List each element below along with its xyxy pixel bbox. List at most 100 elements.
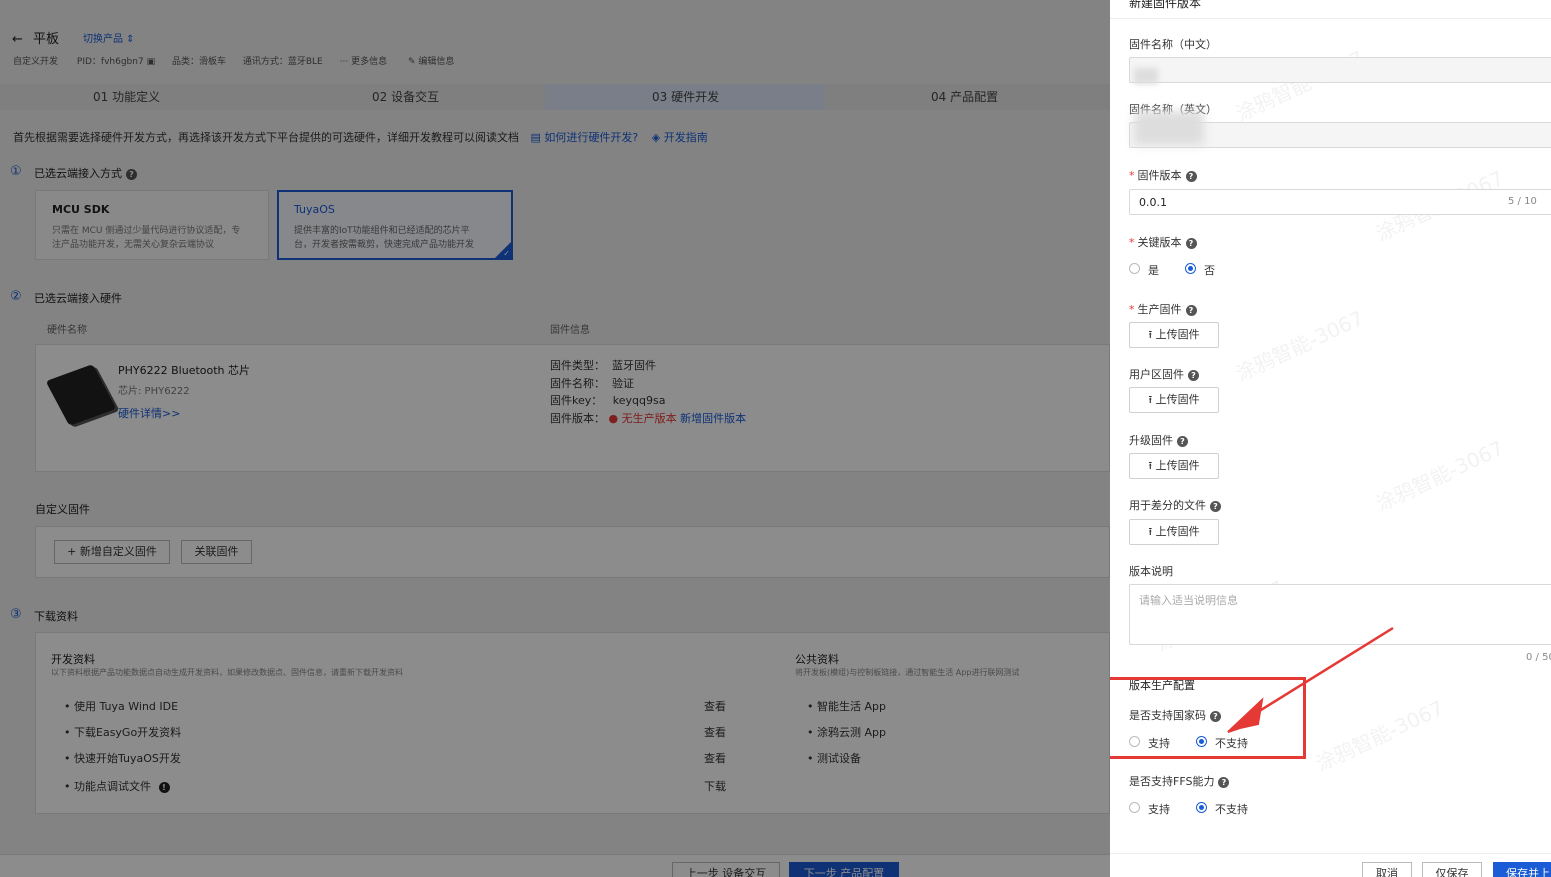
drawer-title: 新建固件版本 [1129,0,1202,10]
card-desc: 提供丰富的IoT功能组件和已经适配的芯片平 [294,226,470,236]
category: 品类：滑板车 [171,57,226,67]
upload-user-fw-button[interactable]: ⭱ 上传固件 [1129,387,1219,413]
dev-item: • 快速开始TuyaOS开发 [64,752,181,765]
ffs-support-radio[interactable] [1129,802,1140,813]
switch-product-link[interactable]: 切换产品 ⇕ [83,30,135,45]
key-version-no-radio[interactable] [1185,263,1196,274]
fw-key: 固件key： keyqq9sa [550,394,666,407]
pub-item-label: 智能生活 App [817,700,886,713]
ffs-not-support-radio[interactable] [1196,802,1207,813]
step-num-3: ③ [10,607,22,622]
cancel-button[interactable]: 取消 [1362,862,1412,877]
help-icon[interactable]: ? [1185,237,1197,249]
upgrade-fw-label: 升级固件? [1129,432,1188,448]
version-label: * 固件版本? [1129,167,1197,183]
add-custom-fw-button[interactable]: + 新增自定义固件 [54,540,170,564]
mcu-sdk-card[interactable]: MCU SDK 只需在 MCU 侧通过少量代码进行协议适配，专 注产品功能开发，… [35,190,269,260]
fw-name: 固件名称： 验证 [550,377,634,390]
view-link[interactable]: 查看 [704,750,726,766]
watermark: 涂鸦智能-3067 [1232,45,1368,126]
name-cn-input[interactable] [1129,57,1551,84]
dev-item-label: 使用 Tuya Wind IDE [74,700,179,713]
step-1[interactable]: 01 功能定义 [93,84,160,110]
view-link[interactable]: 查看 [704,724,726,740]
upload-icon: ⭱ [1148,328,1156,341]
hardware-dev-link[interactable]: 如何进行硬件开发? [544,131,638,144]
edit-info-link[interactable]: 编辑信息 [418,57,454,67]
hw-detail-link[interactable]: 硬件详情>> [118,405,180,421]
new-fw-version-link[interactable]: 新增固件版本 [680,412,746,425]
step-num-1: ① [10,164,22,179]
more-icon: ··· [339,57,349,67]
version-value: 0.0.1 [1139,196,1167,209]
upload-prod-fw-button[interactable]: ⭱ 上传固件 [1129,322,1219,348]
help-icon[interactable]: ? [1185,170,1197,182]
pub-item[interactable]: • 测试设备 [807,750,861,766]
downloads-card: 开发资料 以下资料根据产品功能数据点自动生成开发资料，如果修改数据点、固件信息，… [35,632,1110,814]
hw-chip: 芯片: PHY6222 [118,386,190,397]
chip-image [45,364,117,426]
pub-desc: 将开发板(模组)与控制板链接，通过智能生活 App进行联网测试 [795,668,1020,677]
help-icon[interactable]: ? [1210,500,1221,512]
next-step-button[interactable]: 下一步 产品配置 [789,862,899,877]
notes-placeholder: 请输入适当说明信息 [1139,594,1238,607]
new-firmware-drawer: 涂鸦智能-3067 涂鸦智能-3067 涂鸦智能-3067 涂鸦智能-3067 … [1110,0,1551,877]
more-info-link[interactable]: 更多信息 [351,57,387,67]
card-desc: 注产品功能开发，无需关心复杂云端协议 [52,240,215,250]
upload-diff-file-button[interactable]: ⭱ 上传固件 [1129,519,1219,545]
name-cn-label: 固件名称（中文） [1129,38,1217,51]
diff-file-label: 用于差分的文件? [1129,497,1221,513]
link-fw-button[interactable]: 关联固件 [181,540,252,564]
fw-version-row: 固件版本： ● 无生产版本 新增固件版本 [550,410,746,426]
save-publish-button[interactable]: 保存并上 [1493,862,1551,877]
help-icon[interactable]: ? [126,168,137,180]
dev-title: 开发资料 [51,653,95,666]
intro-row: 首先根据需要选择硬件开发方式，再选择该开发方式下平台提供的可选硬件，详细开发教程… [13,129,708,145]
hardware-card: PHY6222 Bluetooth 芯片 芯片: PHY6222 硬件详情>> … [35,344,1110,472]
help-icon[interactable]: ? [1177,435,1188,447]
card-desc: 只需在 MCU 侧通过少量代码进行协议适配，专 [52,226,241,236]
divider [1110,853,1551,854]
watermark: 涂鸦智能-3067 [1232,305,1368,386]
product-name: 平板 [33,32,60,47]
prev-step-button[interactable]: 上一步 设备交互 [672,862,780,877]
save-only-button[interactable]: 仅保存 [1422,862,1482,877]
upload-upgrade-fw-button[interactable]: ⭱ 上传固件 [1129,453,1219,479]
doc-icon: ▤ [530,131,541,144]
dev-guide-link[interactable]: 开发指南 [664,131,708,144]
step-2[interactable]: 02 设备交互 [372,84,439,110]
pub-title: 公共资料 [795,653,839,666]
error-icon: ● [608,412,619,425]
step-3[interactable]: 03 硬件开发 [652,84,719,110]
ffs-label: 是否支持FFS能力? [1129,773,1230,789]
section1-heading: 已选云端接入方式? [34,165,137,181]
pub-item[interactable]: • 涂鸦云测 App [807,724,886,740]
version-input[interactable]: 0.0.1 5 / 10 [1129,189,1551,215]
step-4[interactable]: 04 产品配置 [931,84,998,110]
dev-item: • 下载EasyGo开发资料 [64,726,182,739]
pub-item[interactable]: • 智能生活 App [807,698,886,714]
help-icon[interactable]: ? [1188,369,1199,381]
step-num-2: ② [10,289,22,304]
footer-bar [0,854,1110,877]
section3-title: 下载资料 [34,610,78,623]
back-arrow-icon: ← [12,32,23,47]
background-page: ← 平板 切换产品 ⇕ 自定义开发 PID：fvh6gbn7 ▣ 品类：滑板车 … [0,0,1110,877]
radio-label: 支持 [1148,803,1170,816]
dev-item-label: 快速开始TuyaOS开发 [74,752,181,765]
intro-text: 首先根据需要选择硬件开发方式，再选择该开发方式下平台提供的可选硬件，详细开发教程… [13,131,519,144]
back-link[interactable]: ← 平板 [12,28,59,47]
copy-icon[interactable]: ▣ [147,57,156,67]
help-icon[interactable]: ? [1218,776,1230,788]
view-link[interactable]: 查看 [704,698,726,714]
help-icon[interactable]: ? [1185,304,1197,316]
download-link[interactable]: 下载 [704,778,726,794]
info-icon[interactable]: ! [158,781,170,793]
key-version-yes-radio[interactable] [1129,263,1140,274]
tuyaos-card[interactable]: TuyaOS 提供丰富的IoT功能组件和已经适配的芯片平 台，开发者按需裁剪，快… [277,190,513,260]
card-title: MCU SDK [52,203,110,216]
name-en-input[interactable] [1129,111,1551,148]
radio-label: 是 [1148,264,1159,277]
check-icon: ✓ [503,249,510,258]
blurred-value [1134,111,1204,145]
